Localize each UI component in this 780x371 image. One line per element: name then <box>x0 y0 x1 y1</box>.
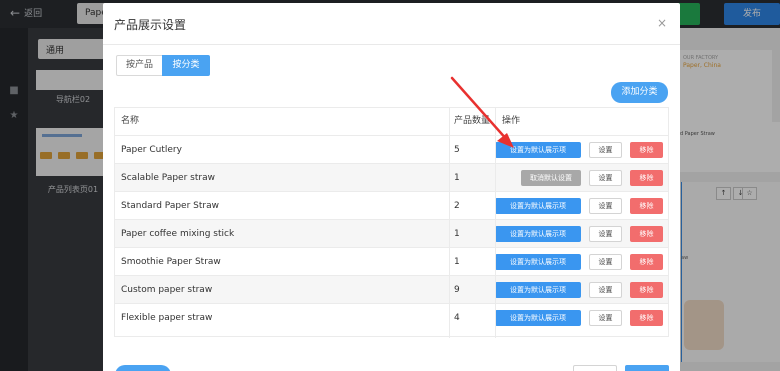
column-header-actions: 操作 <box>502 116 521 126</box>
table-row: Paper coffee mixing stick 1 设置为默认展示项 设置 移除 <box>115 219 668 247</box>
close-icon[interactable]: × <box>657 17 667 29</box>
category-name: Paper Cutlery <box>121 145 182 155</box>
category-name: Flexible paper straw <box>121 313 213 323</box>
tab-by-category[interactable]: 按分类 <box>162 55 210 76</box>
set-default-button[interactable]: 设置为默认展示项 <box>495 310 581 326</box>
table-row: Smoothie Paper Straw 1 设置为默认展示项 设置 移除 <box>115 247 668 275</box>
footer-cancel-button[interactable] <box>573 365 617 371</box>
remove-button[interactable]: 移除 <box>630 142 663 158</box>
set-default-button[interactable]: 设置为默认展示项 <box>495 282 581 298</box>
set-default-button[interactable]: 设置为默认展示项 <box>495 254 581 270</box>
product-count: 5 <box>454 145 460 155</box>
product-count: 4 <box>454 313 460 323</box>
table-row: Scalable Paper straw 1 取消默认设置 设置 移除 <box>115 163 668 191</box>
remove-button[interactable]: 移除 <box>630 254 663 270</box>
category-name: Standard Paper Straw <box>121 201 219 211</box>
column-divider <box>449 108 450 338</box>
dialog-title: 产品展示设置 <box>114 18 187 32</box>
product-display-settings-dialog: 产品展示设置 × 按产品 按分类 添加分类 名称 产品数量 操作 Paper C… <box>103 3 680 371</box>
settings-button[interactable]: 设置 <box>589 254 622 270</box>
remove-button[interactable]: 移除 <box>630 198 663 214</box>
add-category-button[interactable]: 添加分类 <box>611 82 668 103</box>
cancel-default-button[interactable]: 取消默认设置 <box>521 170 581 186</box>
column-header-count: 产品数量 <box>454 116 491 126</box>
set-default-button[interactable]: 设置为默认展示项 <box>495 226 581 242</box>
remove-button[interactable]: 移除 <box>630 310 663 326</box>
set-default-button[interactable]: 设置为默认展示项 <box>495 142 581 158</box>
table-row: Standard Paper Straw 2 设置为默认展示项 设置 移除 <box>115 191 668 219</box>
product-count: 1 <box>454 257 460 267</box>
remove-button[interactable]: 移除 <box>630 282 663 298</box>
category-table: 名称 产品数量 操作 Paper Cutlery 5 设置为默认展示项 设置 移除 Sca… <box>114 107 669 338</box>
set-default-button[interactable]: 设置为默认展示项 <box>495 198 581 214</box>
product-count: 1 <box>454 229 460 239</box>
settings-button[interactable]: 设置 <box>589 226 622 242</box>
divider <box>103 44 680 45</box>
settings-button[interactable]: 设置 <box>589 282 622 298</box>
settings-button[interactable]: 设置 <box>589 198 622 214</box>
category-name: Paper coffee mixing stick <box>121 229 235 239</box>
settings-button[interactable]: 设置 <box>589 310 622 326</box>
footer-confirm-button[interactable] <box>625 365 669 371</box>
table-row: Custom paper straw 9 设置为默认展示项 设置 移除 <box>115 275 668 303</box>
footer-button[interactable] <box>115 365 171 371</box>
column-divider <box>495 108 496 338</box>
category-name: Custom paper straw <box>121 285 213 295</box>
product-count: 9 <box>454 285 460 295</box>
settings-button[interactable]: 设置 <box>589 142 622 158</box>
product-count: 2 <box>454 201 460 211</box>
remove-button[interactable]: 移除 <box>630 170 663 186</box>
settings-button[interactable]: 设置 <box>589 170 622 186</box>
tab-by-product[interactable]: 按产品 <box>116 55 163 76</box>
table-row: Flexible paper straw 4 设置为默认展示项 设置 移除 <box>115 303 668 331</box>
column-header-name: 名称 <box>121 116 140 126</box>
remove-button[interactable]: 移除 <box>630 226 663 242</box>
category-name: Smoothie Paper Straw <box>121 257 221 267</box>
product-count: 1 <box>454 173 460 183</box>
table-row: Paper Cutlery 5 设置为默认展示项 设置 移除 <box>115 135 668 163</box>
category-name: Scalable Paper straw <box>121 173 215 183</box>
